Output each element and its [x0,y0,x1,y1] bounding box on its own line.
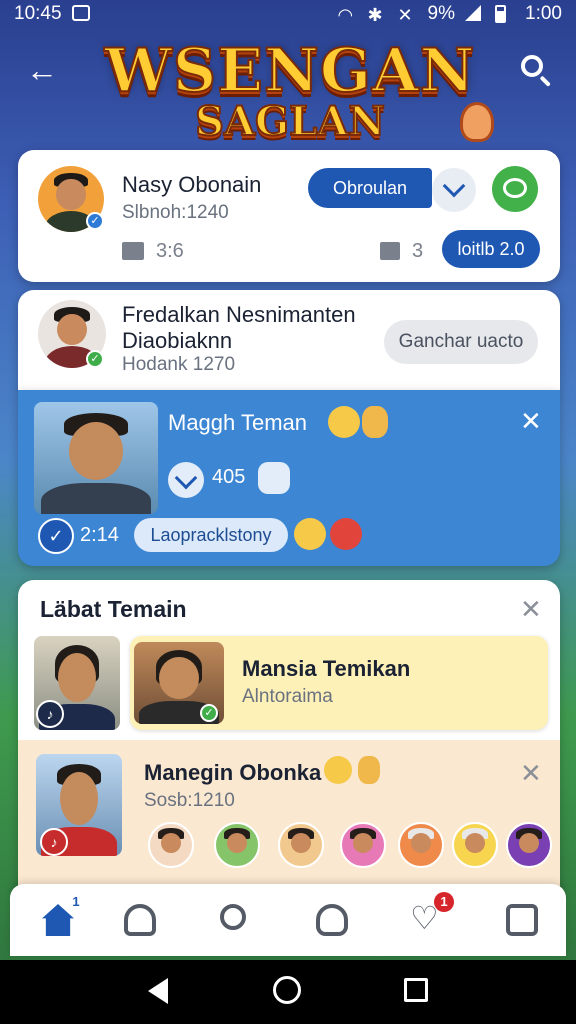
follow-button[interactable]: Obroulan [308,168,432,208]
notification-icon [71,5,92,23]
profile-photo[interactable] [34,402,158,514]
chat-button[interactable] [492,166,538,212]
headset-icon [316,904,348,936]
member-avatar[interactable] [340,822,386,868]
person-icon [124,904,156,936]
bottom-nav: 1 ♡ 1 [10,884,566,956]
member-avatar[interactable] [452,822,498,868]
heart-icon [174,466,198,490]
logo-line-1: WSENGAN [104,36,476,106]
system-nav-bar [0,960,576,1024]
profile-name-line-1: Fredalkan Nesnimanten [122,302,356,327]
home-badge: 1 [72,894,80,909]
triangle-back-icon [148,978,168,1004]
close-button[interactable]: ✕ [520,408,542,434]
home-nav-button[interactable] [273,976,303,1006]
chat-bubble-icon [503,178,527,198]
nav-support[interactable] [310,898,354,942]
app-logo: WSENGAN SAGLAN [100,36,480,145]
verified-icon: ✓ [86,212,104,230]
nav-favorites[interactable]: ♡ 1 [406,892,454,942]
check-icon: ✓ [38,518,74,554]
share-button[interactable] [258,462,290,494]
app-header: ← WSENGAN SAGLAN [0,30,576,150]
profile-card-nasy[interactable]: ✓ Nasy Obonain Slbnoh:1240 Obroulan 3:6 … [18,150,560,282]
square-recents-icon [404,978,428,1002]
favorites-badge: 1 [434,892,454,912]
member-avatar[interactable] [506,822,552,868]
tag-button[interactable]: Laopracklstony [134,518,288,552]
close-button[interactable]: ✕ [520,596,542,622]
post-count: 2:14 [80,524,119,546]
circle-home-icon [273,976,301,1004]
section-title: Läbat Temain [40,596,187,622]
group-name: Manegin Obonka [144,760,322,785]
search-button[interactable] [516,50,556,90]
like-count: 405 [212,466,246,488]
smile-emoji-icon [362,406,388,438]
nav-home[interactable]: 1 [36,894,80,942]
laugh-emoji-icon [328,406,360,438]
group-section: ♪ Manegin Obonka ✕ Sosb:1210 [18,740,560,900]
mute-icon: ✕ [397,5,413,25]
laugh-emoji-icon [324,756,352,784]
flag-count: 3 [412,240,424,262]
recommend-card: Läbat Temain ✕ ♪ ✓ Mansia Temikan Alntor… [18,580,560,900]
group-sub: Sosb:1210 [144,790,235,811]
member-avatar[interactable] [278,822,324,868]
cat-emoji-icon [294,518,326,550]
featured-sub: Alntoraima [242,686,333,707]
featured-name: Mansia Temikan [242,656,411,681]
close-button[interactable]: ✕ [520,760,542,786]
logo-line-2: SAGLAN [194,98,386,145]
profile-sub: Slbnoh:1240 [122,202,229,223]
message-icon [122,242,144,260]
highlight-name: Maggh Teman [168,410,308,435]
recents-nav-button[interactable] [402,976,432,1006]
smile-emoji-icon [358,756,380,784]
mascot-icon [460,102,494,142]
like-button[interactable] [168,462,204,498]
status-clock: 1:00 [525,3,562,24]
heart-icon [442,174,466,198]
list-icon [506,904,538,936]
nav-profile[interactable] [118,898,162,942]
back-button[interactable]: ← [24,52,60,88]
flag-icon [380,242,400,260]
profile-sub: Hodank 1270 [122,354,236,375]
battery-icon [495,5,515,23]
search-icon [220,904,246,930]
status-time: 10:45 [14,3,62,24]
profile-name-line-2: Diaobiaknn [122,328,233,353]
message-count: 3:6 [156,240,184,262]
member-avatar[interactable] [398,822,444,868]
member-avatar[interactable] [148,822,194,868]
music-icon: ♪ [40,828,68,856]
verified-icon: ✓ [86,350,104,368]
profile-card-fredalkan[interactable]: ✓ Fredalkan Nesnimanten Diaobiaknn Hodan… [18,290,560,390]
like-button[interactable] [432,168,476,212]
battery-percent: 9% [427,3,456,24]
wifi-icon: ◠ [337,5,354,25]
bluetooth-icon: ✱ [367,5,383,25]
back-nav-button[interactable] [144,976,174,1006]
action-button[interactable]: Ganchar uacto [384,320,538,364]
verified-icon: ✓ [200,704,218,722]
status-bar: 10:45 ◠ ✱ ✕ 9% 1:00 [0,0,576,28]
featured-person[interactable]: ✓ Mansia Temikan Alntoraima [130,636,548,730]
profile-name: Nasy Obonain [122,172,262,197]
highlight-card-maggh[interactable]: Maggh Teman ✕ 405 ✓ 2:14 Laopracklstony [18,390,560,566]
nav-menu[interactable] [500,898,544,942]
arrow-left-icon: ← [26,52,58,88]
music-icon: ♪ [36,700,64,728]
signal-icon [465,5,485,23]
member-avatar[interactable] [214,822,260,868]
nav-search[interactable] [214,898,258,942]
devil-emoji-icon [330,518,362,550]
level-button[interactable]: loitlb 2.0 [442,230,540,268]
